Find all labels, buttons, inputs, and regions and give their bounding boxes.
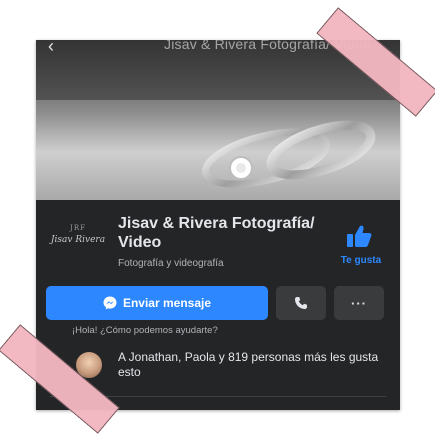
- more-options-button[interactable]: ···: [334, 286, 384, 320]
- like-button-label[interactable]: Te gusta: [336, 255, 386, 266]
- greeting-text[interactable]: ¡Hola! ¿Cómo podemos ayudarte?: [72, 325, 218, 336]
- logo-mark: JRF: [70, 224, 86, 232]
- action-bar: Enviar mensaje ···: [46, 286, 390, 320]
- cover-photo[interactable]: ‹ Jisav & Rivera Fotografía/ Video: [36, 40, 400, 200]
- logo-text: Jisav Rivera: [50, 235, 106, 245]
- call-button[interactable]: [276, 286, 326, 320]
- page-category[interactable]: Fotografía y videografía: [118, 258, 224, 269]
- messenger-icon: [103, 296, 117, 310]
- page-title[interactable]: Jisav & Rivera Fotografía/ Video: [118, 214, 328, 252]
- send-message-button[interactable]: Enviar mensaje: [46, 286, 268, 320]
- profile-header: JRF Jisav Rivera Jisav & Rivera Fotograf…: [36, 200, 400, 285]
- page-logo[interactable]: JRF Jisav Rivera: [50, 222, 106, 256]
- back-arrow-icon[interactable]: ‹: [48, 40, 54, 57]
- likes-text: A Jonathan, Paola y 819 personas más les…: [118, 350, 379, 379]
- thumbs-up-icon[interactable]: [346, 224, 372, 248]
- rings-image: [36, 40, 400, 188]
- page-card: ‹ Jisav & Rivera Fotografía/ Video JRF J…: [36, 40, 400, 410]
- send-message-label: Enviar mensaje: [122, 296, 212, 310]
- phone-icon: [295, 297, 307, 309]
